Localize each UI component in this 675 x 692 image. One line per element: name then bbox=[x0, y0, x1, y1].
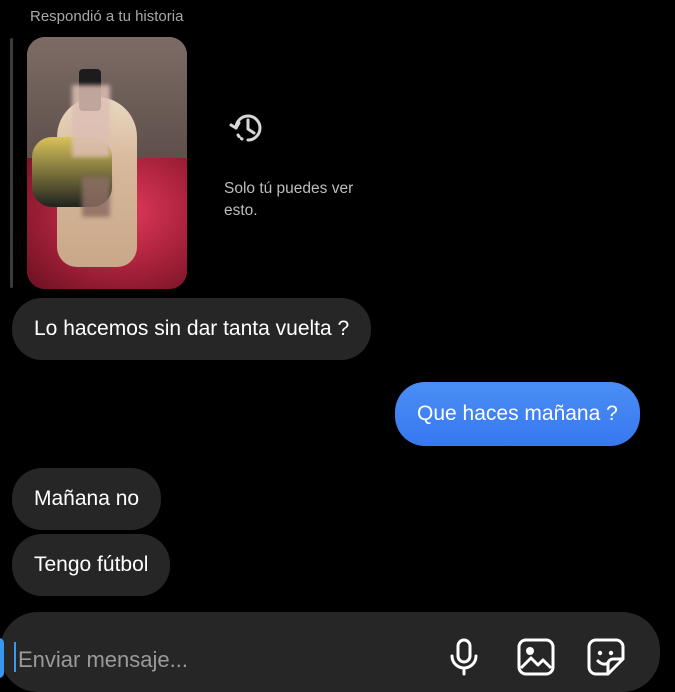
microphone-button[interactable] bbox=[442, 635, 486, 679]
story-thumbnail-censor-body bbox=[82, 177, 110, 217]
story-reply-header: Respondió a tu historia bbox=[30, 8, 184, 25]
sticker-icon bbox=[587, 638, 625, 676]
camera-button-edge[interactable] bbox=[0, 638, 4, 678]
sticker-button[interactable] bbox=[584, 635, 628, 679]
message-bubble-incoming[interactable]: Tengo fútbol bbox=[12, 534, 171, 596]
story-thumbnail-censor-face bbox=[72, 85, 110, 157]
message-bubble-incoming[interactable]: Mañana no bbox=[12, 468, 162, 530]
message-text: Que haces mañana ? bbox=[417, 402, 618, 425]
microphone-icon bbox=[450, 638, 478, 676]
message-bubble-outgoing[interactable]: Que haces mañana ? bbox=[395, 382, 640, 446]
text-caret bbox=[14, 642, 16, 672]
message-input[interactable] bbox=[18, 644, 418, 676]
message-text: Tengo fútbol bbox=[34, 553, 149, 576]
story-reply-line bbox=[10, 38, 13, 288]
history-icon bbox=[228, 108, 268, 148]
gallery-button[interactable] bbox=[514, 635, 558, 679]
message-bubble-incoming[interactable]: Lo hacemos sin dar tanta vuelta ? bbox=[12, 298, 372, 360]
story-thumbnail[interactable] bbox=[27, 37, 187, 289]
message-text: Mañana no bbox=[34, 487, 140, 510]
message-text: Lo hacemos sin dar tanta vuelta ? bbox=[34, 317, 350, 340]
only-you-note: Solo tú puedes ver esto. bbox=[224, 180, 354, 219]
gallery-icon bbox=[517, 638, 555, 676]
